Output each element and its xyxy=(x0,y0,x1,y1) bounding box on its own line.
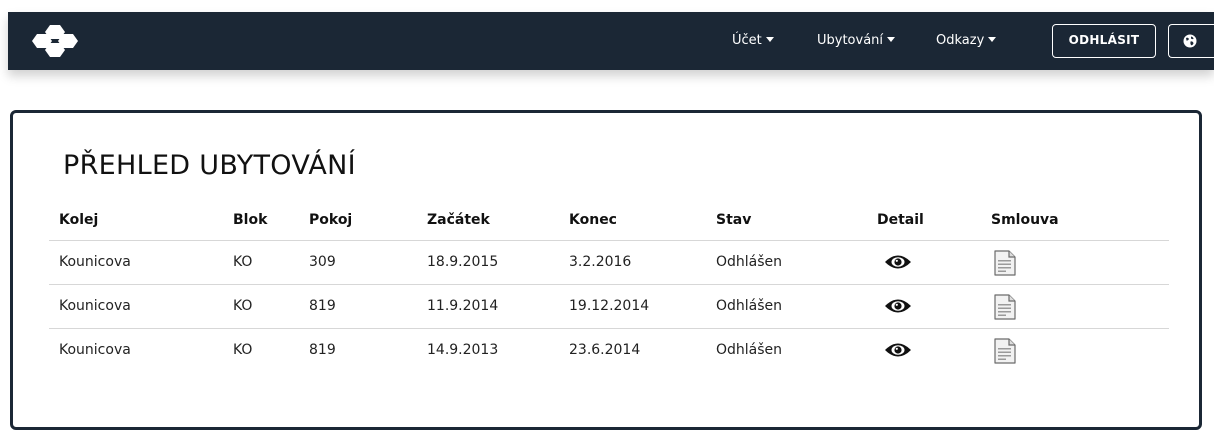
column-header-kolej: Kolej xyxy=(59,212,99,228)
cell-kolej: Kounicova xyxy=(59,342,131,358)
cell-konec: 19.12.2014 xyxy=(569,298,650,314)
document-icon[interactable] xyxy=(993,337,1017,365)
cell-blok: KO xyxy=(233,342,253,358)
column-header-blok: Blok xyxy=(233,212,268,228)
caret-down-icon xyxy=(988,37,997,42)
cell-stav: Odhlášen xyxy=(716,342,783,358)
document-icon[interactable] xyxy=(993,293,1017,321)
cell-stav: Odhlášen xyxy=(716,254,783,270)
cell-pokoj: 819 xyxy=(309,342,336,358)
cell-konec: 23.6.2014 xyxy=(569,342,641,358)
table-header: Kolej Blok Pokoj Začátek Konec Stav Deta… xyxy=(49,205,1169,241)
cell-stav: Odhlášen xyxy=(716,298,783,314)
globe-icon xyxy=(1183,34,1197,48)
cell-kolej: Kounicova xyxy=(59,254,131,270)
column-header-konec: Konec xyxy=(569,212,617,228)
logout-button[interactable]: ODHLÁSIT xyxy=(1052,24,1156,58)
cell-zacatek: 11.9.2014 xyxy=(427,298,499,314)
top-navbar: Účet Ubytování Odkazy ODHLÁSIT xyxy=(8,12,1214,70)
nav-odkazy-label: Odkazy xyxy=(936,33,985,48)
accommodation-card: PŘEHLED UBYTOVÁNÍ Kolej Blok Pokoj Začát… xyxy=(10,110,1202,430)
cell-pokoj: 309 xyxy=(309,254,336,270)
accommodation-table: Kolej Blok Pokoj Začátek Konec Stav Deta… xyxy=(49,205,1169,372)
column-header-detail: Detail xyxy=(877,212,924,228)
caret-down-icon xyxy=(887,37,896,42)
eye-icon[interactable] xyxy=(884,254,912,270)
nav-ucet-dropdown[interactable]: Účet xyxy=(732,12,774,70)
eye-icon[interactable] xyxy=(884,342,912,358)
page-title: PŘEHLED UBYTOVÁNÍ xyxy=(63,150,356,181)
column-header-stav: Stav xyxy=(716,212,752,228)
cell-blok: KO xyxy=(233,254,253,270)
table-row: Kounicova KO 819 14.9.2013 23.6.2014 Odh… xyxy=(49,329,1169,372)
cell-zacatek: 18.9.2015 xyxy=(427,254,499,270)
cell-pokoj: 819 xyxy=(309,298,336,314)
cell-blok: KO xyxy=(233,298,253,314)
language-button[interactable] xyxy=(1168,24,1214,58)
column-header-zacatek: Začátek xyxy=(427,212,490,228)
document-icon[interactable] xyxy=(993,249,1017,277)
nav-ubytovani-dropdown[interactable]: Ubytování xyxy=(817,12,896,70)
cell-konec: 3.2.2016 xyxy=(569,254,632,270)
table-row: Kounicova KO 309 18.9.2015 3.2.2016 Odhl… xyxy=(49,241,1169,285)
eye-icon[interactable] xyxy=(884,298,912,314)
cell-kolej: Kounicova xyxy=(59,298,131,314)
caret-down-icon xyxy=(765,37,774,42)
cell-zacatek: 14.9.2013 xyxy=(427,342,499,358)
column-header-pokoj: Pokoj xyxy=(309,212,353,228)
table-row: Kounicova KO 819 11.9.2014 19.12.2014 Od… xyxy=(49,285,1169,329)
nav-ucet-label: Účet xyxy=(732,33,762,48)
nav-ubytovani-label: Ubytování xyxy=(817,33,884,48)
honeycomb-logo-icon[interactable] xyxy=(28,22,80,60)
nav-odkazy-dropdown[interactable]: Odkazy xyxy=(936,12,997,70)
column-header-smlouva: Smlouva xyxy=(991,212,1059,228)
